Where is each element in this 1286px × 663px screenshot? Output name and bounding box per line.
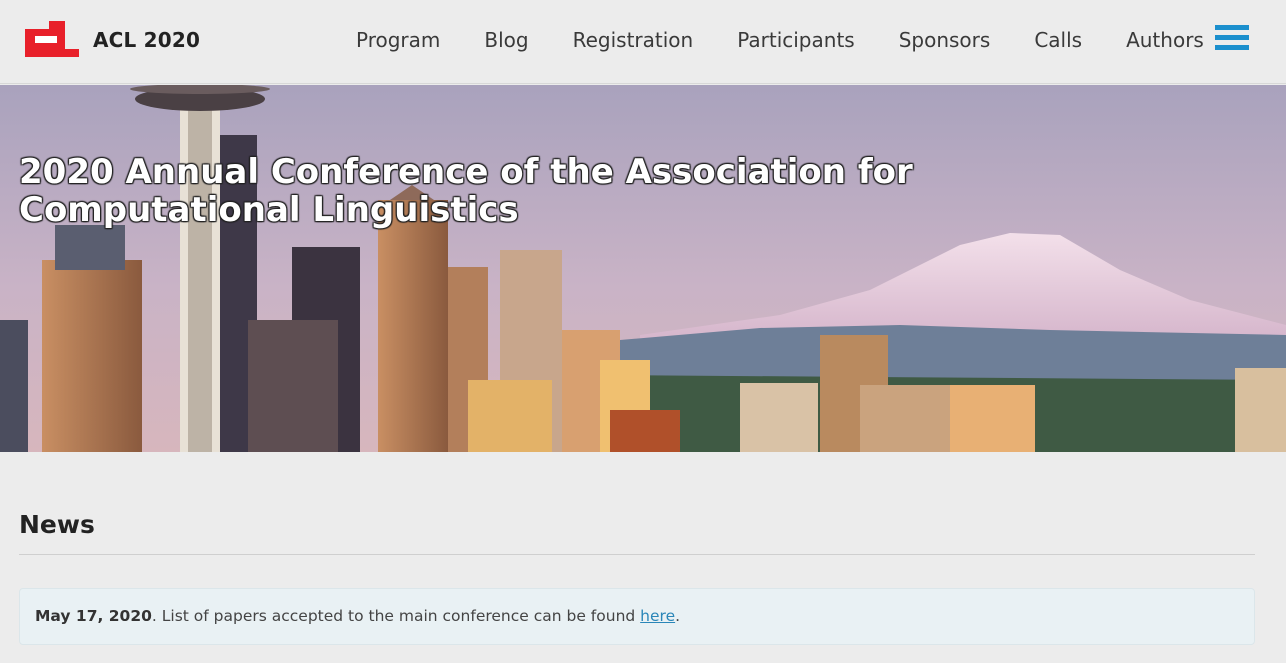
site-title[interactable]: ACL 2020	[93, 28, 200, 52]
nav-item-registration[interactable]: Registration	[573, 28, 694, 52]
news-item: May 17, 2020. List of papers accepted to…	[19, 588, 1255, 645]
divider	[19, 554, 1255, 555]
news-date: May 17, 2020	[35, 607, 152, 625]
nav-item-blog[interactable]: Blog	[484, 28, 528, 52]
news-heading: News	[19, 510, 95, 539]
hero-title: 2020 Annual Conference of the Associatio…	[19, 152, 913, 230]
hero-banner: 2020 Annual Conference of the Associatio…	[0, 85, 1286, 452]
news-text-end: .	[675, 607, 681, 625]
acl-logo-icon[interactable]	[25, 21, 79, 57]
main-nav: Program Blog Registration Participants S…	[356, 28, 1204, 52]
top-navbar: ACL 2020 Program Blog Registration Parti…	[0, 0, 1286, 84]
nav-item-authors[interactable]: Authors	[1126, 28, 1204, 52]
nav-item-program[interactable]: Program	[356, 28, 440, 52]
hamburger-icon[interactable]	[1215, 25, 1249, 55]
news-link[interactable]: here	[640, 607, 675, 625]
nav-item-participants[interactable]: Participants	[737, 28, 854, 52]
nav-item-sponsors[interactable]: Sponsors	[899, 28, 991, 52]
nav-item-calls[interactable]: Calls	[1034, 28, 1082, 52]
seattle-skyline-image	[0, 85, 1286, 452]
news-text: . List of papers accepted to the main co…	[151, 607, 641, 625]
